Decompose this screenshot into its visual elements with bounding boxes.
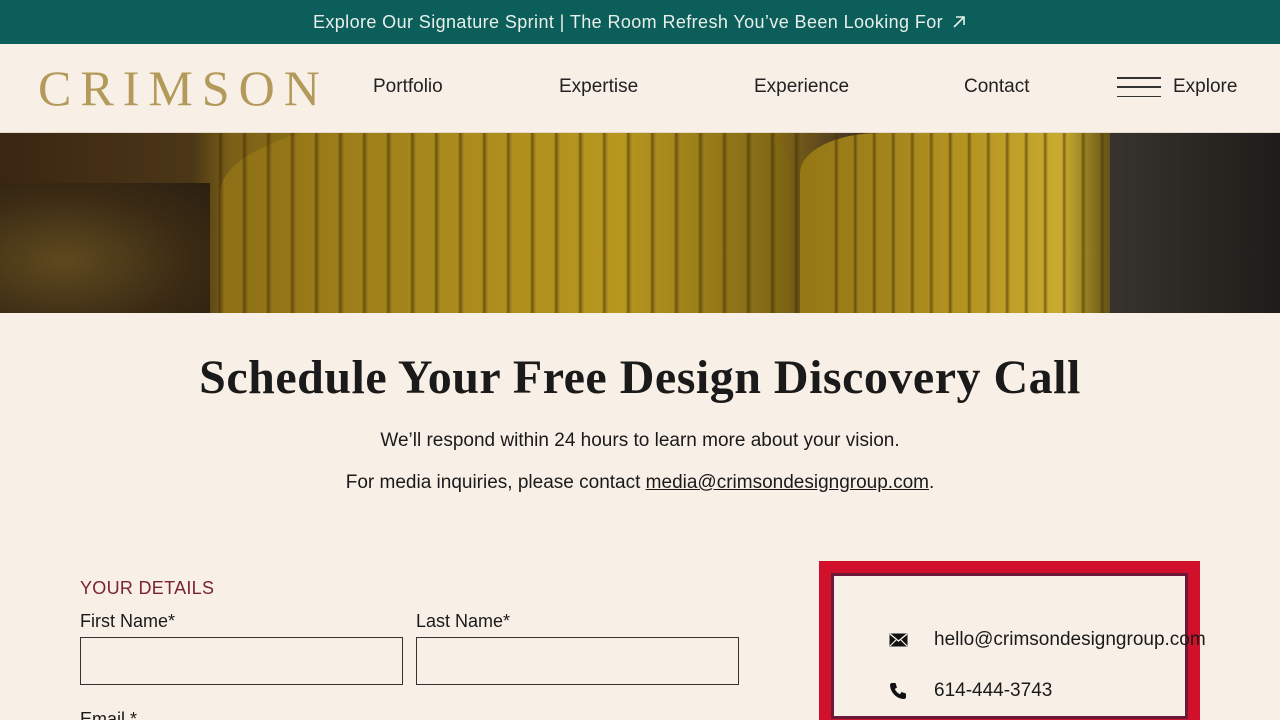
nav-contact[interactable]: Contact: [964, 76, 1029, 98]
media-prefix: For media inquiries, please contact: [345, 472, 646, 493]
media-inquiry-text: For media inquiries, please contact medi…: [0, 472, 1280, 494]
section-label-details: YOUR DETAILS: [80, 578, 215, 598]
arrow-up-right-icon: [953, 16, 965, 28]
contact-email[interactable]: hello@crimsondesigngroup.com: [888, 629, 1206, 651]
logo[interactable]: CRIMSON: [38, 62, 329, 114]
email-label: Email *: [80, 709, 138, 720]
phone-icon: [888, 682, 908, 700]
nav-experience[interactable]: Experience: [754, 76, 849, 98]
site-header: CRIMSON Portfolio Expertise Experience C…: [0, 44, 1280, 133]
explore-menu-button[interactable]: Explore: [1117, 76, 1237, 98]
hamburger-menu-icon: [1117, 77, 1161, 97]
last-name-label: Last Name*: [416, 611, 511, 631]
envelope-icon: [888, 631, 908, 649]
announcement-bar[interactable]: Explore Our Signature Sprint | The Room …: [0, 0, 1280, 44]
media-email-link[interactable]: media@crimsondesigngroup.com: [646, 472, 929, 493]
contact-phone-text[interactable]: 614-444-3743: [934, 680, 1052, 702]
contact-info-box: hello@crimsondesigngroup.com 614-444-374…: [819, 561, 1206, 720]
last-name-input[interactable]: [416, 637, 739, 685]
hero-image: [0, 133, 1280, 313]
contact-email-text[interactable]: hello@crimsondesigngroup.com: [934, 629, 1206, 651]
first-name-label: First Name*: [80, 611, 176, 631]
explore-label: Explore: [1173, 76, 1238, 97]
media-suffix: .: [928, 472, 935, 493]
contact-phone[interactable]: 614-444-3743: [888, 680, 1052, 702]
page-title: Schedule Your Free Design Discovery Call: [199, 351, 1081, 404]
nav-expertise[interactable]: Expertise: [559, 76, 638, 98]
nav-portfolio[interactable]: Portfolio: [373, 76, 443, 98]
announcement-text[interactable]: Explore Our Signature Sprint | The Room …: [313, 12, 943, 33]
response-subtitle: We’ll respond within 24 hours to learn m…: [380, 430, 900, 451]
first-name-input[interactable]: [80, 637, 403, 685]
